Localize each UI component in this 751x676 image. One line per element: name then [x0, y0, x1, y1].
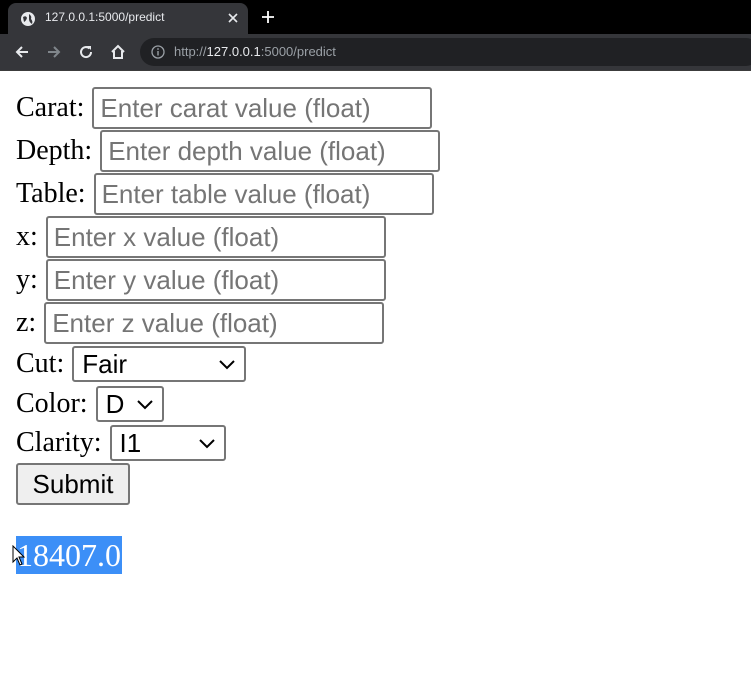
table-row: Table:	[16, 173, 434, 215]
home-icon[interactable]	[109, 43, 127, 61]
cut-label: Cut:	[16, 348, 65, 379]
prediction-result: 18407.0	[16, 536, 122, 574]
address-bar[interactable]: http://127.0.0.1:5000/predict	[140, 38, 751, 66]
y-input[interactable]	[45, 259, 386, 301]
tab-title: 127.0.0.1:5000/predict	[45, 10, 165, 24]
close-icon[interactable]	[225, 10, 241, 26]
browser-toolbar: http://127.0.0.1:5000/predict	[0, 34, 751, 70]
url-text: http://127.0.0.1:5000/predict	[174, 44, 336, 59]
page-content: Carat: Depth: Table: x: y: z: Cut: Fair …	[0, 71, 751, 676]
depth-row: Depth:	[16, 130, 441, 172]
browser-tab[interactable]: 127.0.0.1:5000/predict	[8, 3, 248, 34]
depth-input[interactable]	[100, 130, 441, 172]
z-row: z:	[16, 302, 385, 344]
chevron-down-icon	[219, 360, 235, 370]
clarity-select[interactable]: I1	[109, 425, 226, 461]
reload-icon[interactable]	[77, 43, 95, 61]
forward-arrow-icon[interactable]	[45, 43, 63, 61]
depth-label: Depth:	[16, 135, 93, 166]
z-input[interactable]	[44, 302, 385, 344]
url-path: :5000/predict	[260, 44, 336, 59]
cut-select-value: Fair	[82, 348, 128, 379]
browser-tabstrip: 127.0.0.1:5000/predict	[0, 0, 751, 34]
carat-label: Carat:	[16, 92, 85, 123]
color-row: Color: D	[16, 386, 164, 422]
clarity-label: Clarity:	[16, 427, 102, 458]
clarity-select-value: I1	[119, 427, 142, 458]
color-label: Color:	[16, 388, 88, 419]
carat-input[interactable]	[92, 87, 433, 129]
cut-select[interactable]: Fair	[72, 346, 247, 382]
x-input[interactable]	[45, 216, 386, 258]
info-icon[interactable]	[151, 45, 165, 59]
carat-row: Carat:	[16, 87, 433, 129]
table-label: Table:	[16, 178, 86, 209]
chevron-down-icon	[136, 400, 153, 410]
submit-button[interactable]: Submit	[16, 463, 130, 505]
new-tab-icon[interactable]	[260, 9, 276, 25]
mouse-cursor-icon	[12, 545, 26, 566]
url-host: 127.0.0.1	[206, 44, 261, 59]
url-scheme: http://	[174, 44, 207, 59]
y-row: y:	[16, 259, 386, 301]
clarity-row: Clarity: I1	[16, 425, 226, 461]
color-select[interactable]: D	[95, 386, 164, 422]
x-row: x:	[16, 216, 386, 258]
z-label: z:	[16, 307, 37, 338]
chevron-down-icon	[198, 439, 215, 449]
x-label: x:	[16, 221, 38, 252]
cut-row: Cut: Fair	[16, 346, 247, 382]
color-select-value: D	[105, 388, 125, 419]
table-input[interactable]	[93, 173, 434, 215]
globe-icon	[21, 12, 35, 26]
y-label: y:	[16, 264, 38, 295]
back-arrow-icon[interactable]	[13, 43, 31, 61]
